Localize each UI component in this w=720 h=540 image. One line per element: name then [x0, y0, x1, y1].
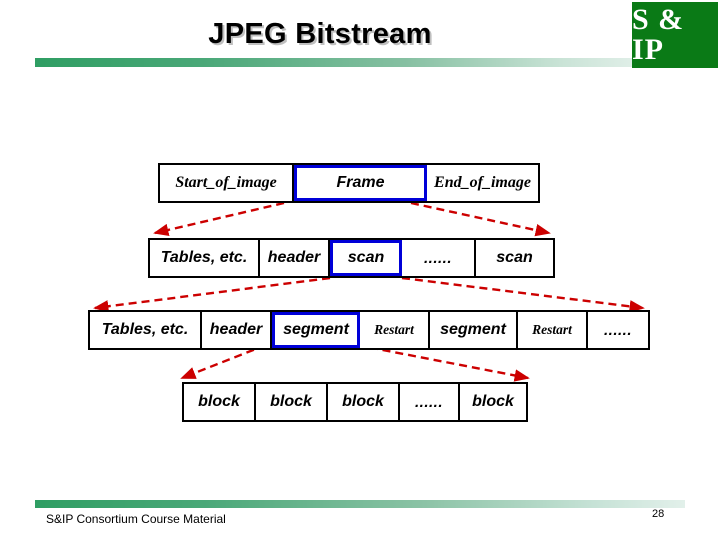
diagram-cell-block-2[interactable]: block	[256, 384, 328, 420]
diagram-cell-block-1[interactable]: block	[184, 384, 256, 420]
diagram-cell-start-of-image[interactable]: Start_of_image	[160, 165, 294, 201]
footer-credit: S&IP Consortium Course Material	[46, 512, 226, 526]
arrow-frame-to-tables	[153, 201, 285, 237]
diagram-row-frame-level: Tables, etc. header scan ...... scan	[148, 238, 555, 278]
diagram-cell-restart-2[interactable]: Restart	[518, 312, 588, 348]
diagram-cell-header-frame[interactable]: header	[260, 240, 330, 276]
diagram-cell-segment-highlight[interactable]: segment	[272, 312, 360, 348]
diagram-row-segment-level: block block block ...... block	[182, 382, 528, 422]
diagram-cell-tables-scan[interactable]: Tables, etc.	[90, 312, 202, 348]
diagram-cell-ellipsis-frame[interactable]: ......	[402, 240, 476, 276]
diagram-cell-header-scan[interactable]: header	[202, 312, 272, 348]
diagram-cell-frame[interactable]: Frame	[294, 165, 427, 201]
diagram-row-image-level: Start_of_image Frame End_of_image	[158, 163, 540, 203]
diagram-cell-end-of-image[interactable]: End_of_image	[427, 165, 538, 201]
diagram-cell-block-last[interactable]: block	[460, 384, 526, 420]
diagram-cell-ellipsis-scan[interactable]: ......	[588, 312, 648, 348]
diagram-cell-tables-frame[interactable]: Tables, etc.	[150, 240, 260, 276]
diagram-cell-segment-2[interactable]: segment	[430, 312, 518, 348]
diagram-cell-scan-last[interactable]: scan	[476, 240, 553, 276]
diagram-cell-block-3[interactable]: block	[328, 384, 400, 420]
diagram-cell-ellipsis-segment[interactable]: ......	[400, 384, 460, 420]
page-number: 28	[652, 508, 665, 520]
diagram-cell-restart-1[interactable]: Restart	[360, 312, 430, 348]
arrow-scan-to-end	[401, 276, 645, 313]
footer-divider	[35, 500, 685, 508]
arrow-frame-to-scanend	[410, 201, 551, 237]
diagram-row-scan-level: Tables, etc. header segment Restart segm…	[88, 310, 650, 350]
slide-canvas: JPEG Bitstream S & IP Start_of_image Fra…	[0, 0, 720, 540]
jpeg-bitstream-diagram: Start_of_image Frame End_of_image Tables…	[0, 0, 720, 540]
arrow-scan-to-tables	[93, 276, 331, 313]
diagram-cell-scan-highlight[interactable]: scan	[330, 240, 402, 276]
